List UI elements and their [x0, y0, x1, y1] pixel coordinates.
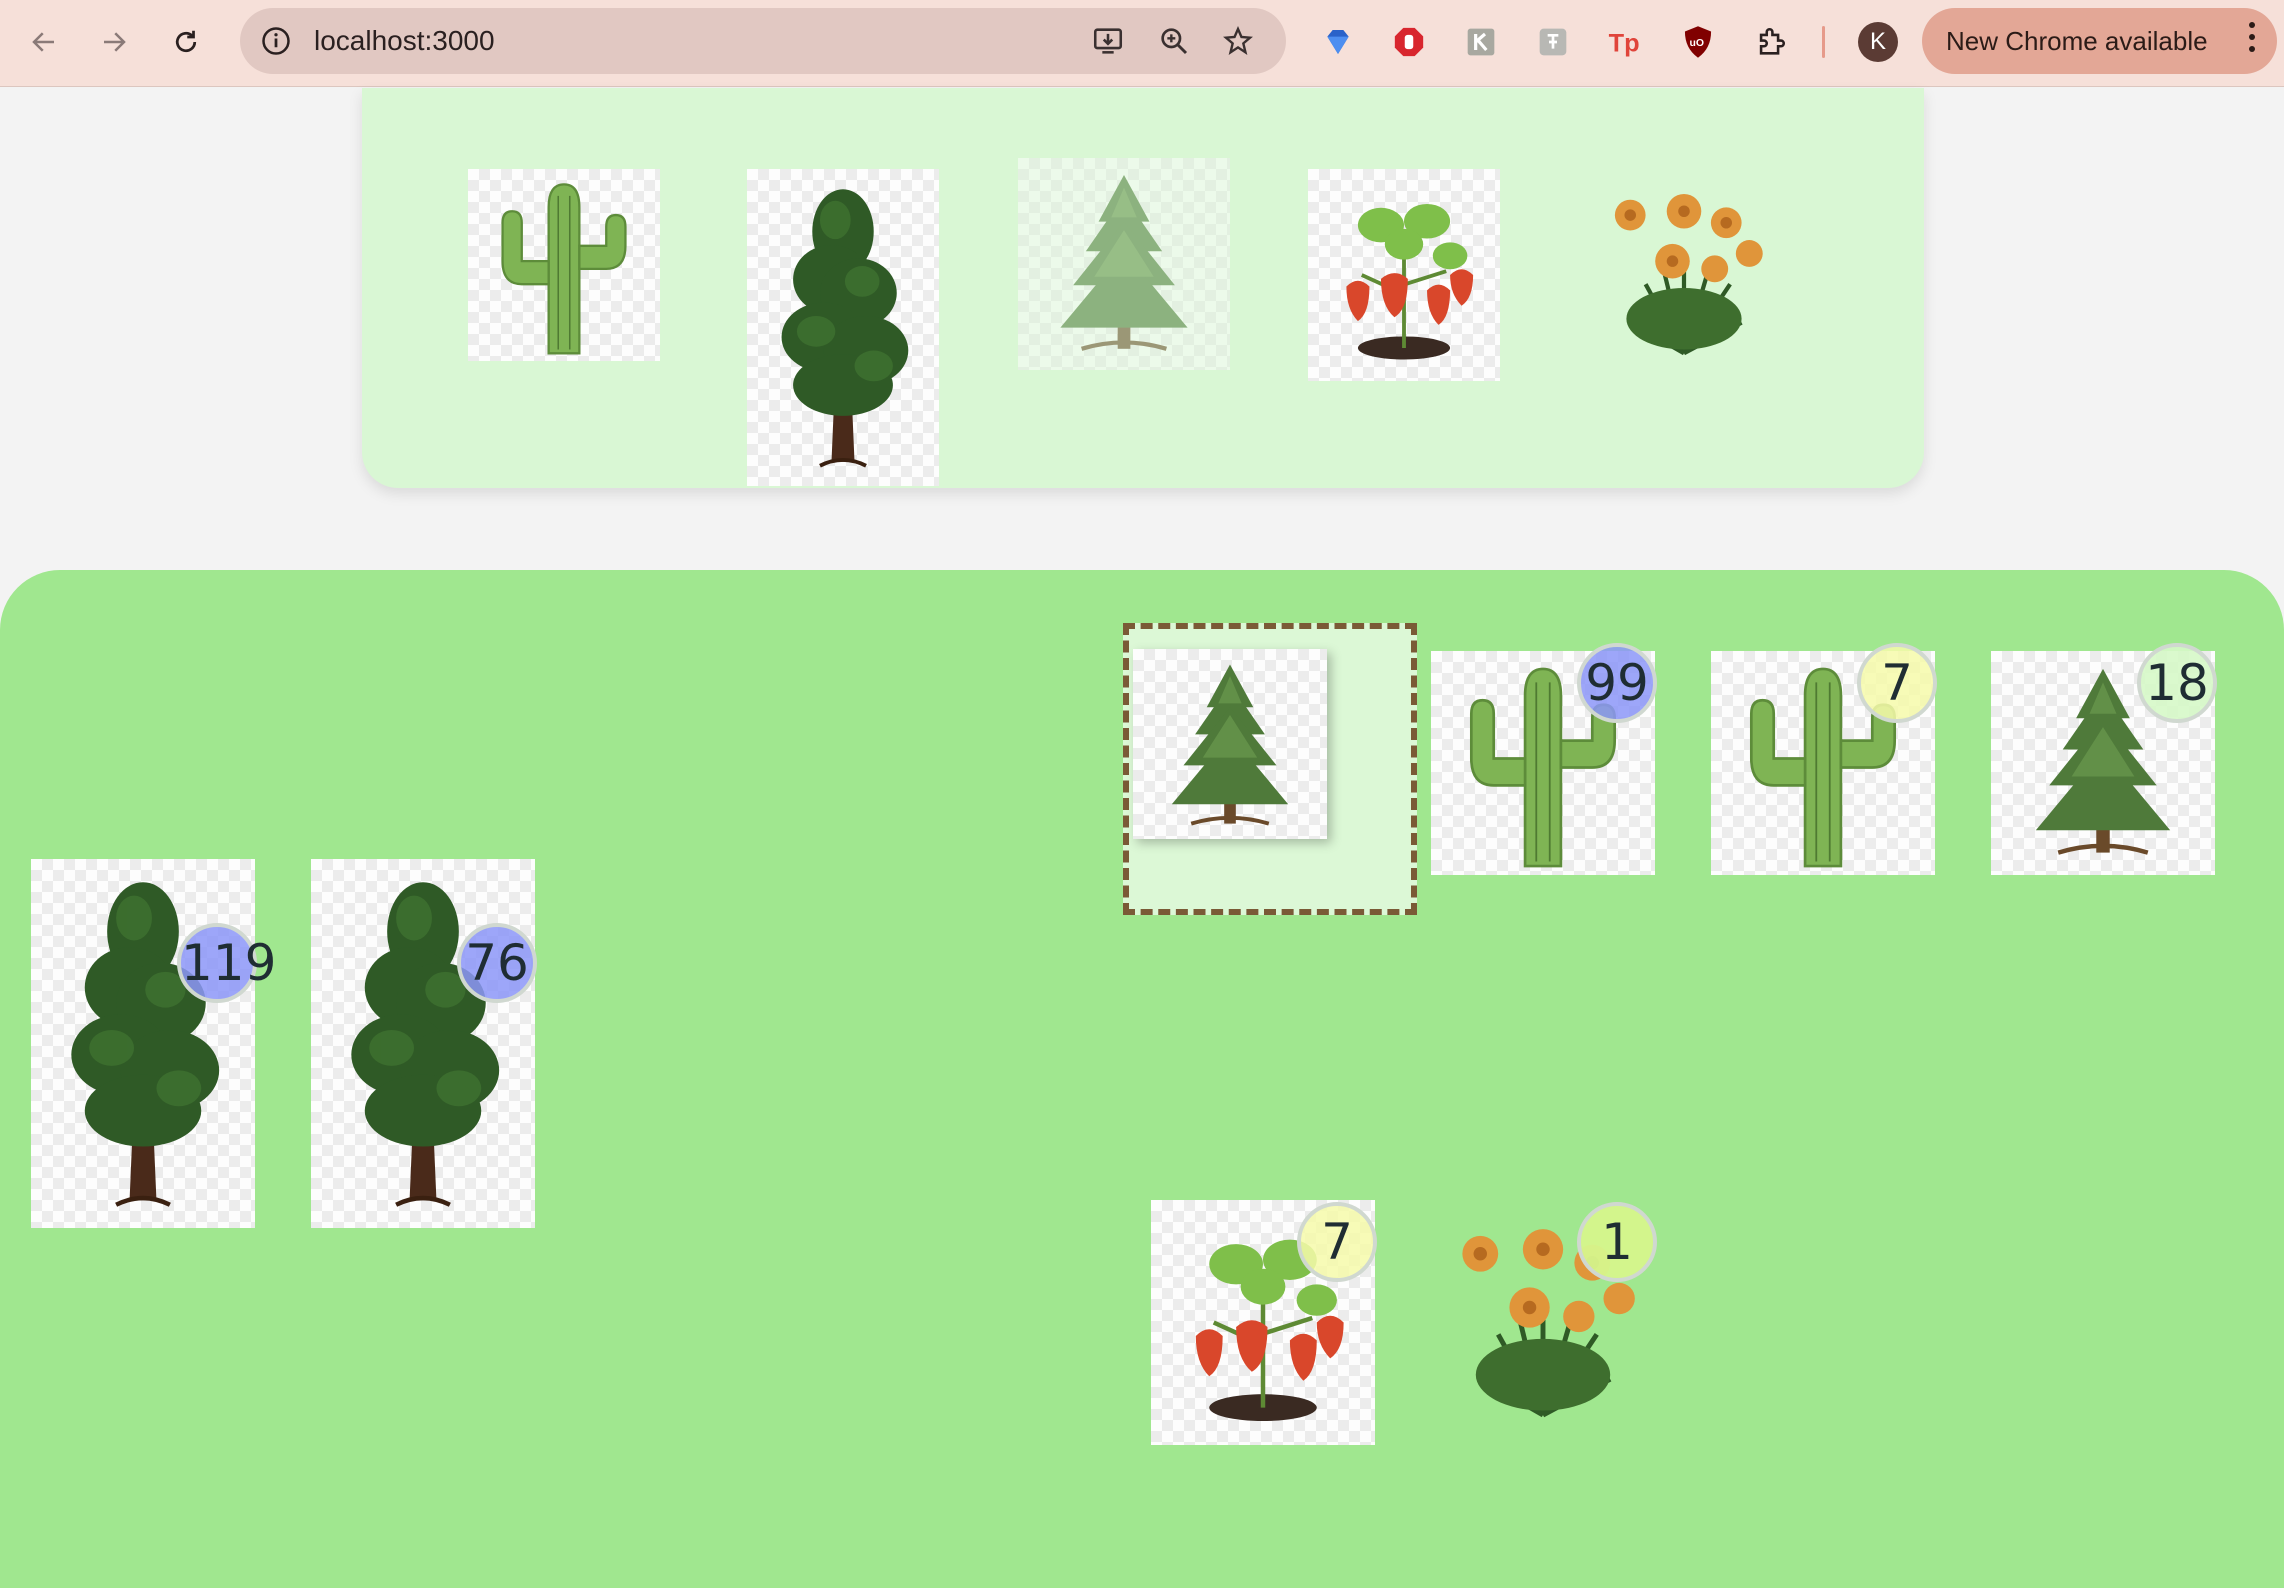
address-bar[interactable]: localhost:3000 [240, 8, 1286, 74]
plant-count-badge: 76 [457, 923, 537, 1003]
chrome-update-button[interactable]: New Chrome available [1922, 8, 2277, 74]
dragged-plant-pine[interactable] [1133, 649, 1327, 839]
sequoia-icon [311, 859, 535, 1228]
sequoia-icon [31, 859, 255, 1228]
update-label: New Chrome available [1946, 26, 2208, 56]
marigold-icon [1584, 169, 1784, 361]
arrow-right-icon [104, 32, 126, 52]
forward-button[interactable] [86, 14, 142, 70]
zoom-icon[interactable] [1152, 19, 1196, 63]
plant-count-badge: 99 [1577, 643, 1657, 723]
garden-plant-pine[interactable]: 18 [1991, 643, 2217, 875]
plant-count-badge: 7 [1297, 1202, 1377, 1282]
install-app-icon[interactable] [1086, 19, 1130, 63]
pine-icon [1133, 649, 1327, 843]
garden-plant-sequoia[interactable]: 76 [311, 859, 537, 1228]
palette-item-sequoia[interactable] [747, 169, 939, 486]
palette-item-strawberry[interactable] [1308, 169, 1500, 381]
star-icon[interactable] [1216, 19, 1260, 63]
garden-plant-strawberry[interactable]: 7 [1151, 1200, 1377, 1445]
k-extension-icon[interactable] [1459, 20, 1503, 64]
reload-icon [175, 30, 197, 53]
garden-plant-marigold[interactable]: 1 [1431, 1200, 1657, 1424]
url-text[interactable]: localhost:3000 [314, 8, 495, 74]
svg-text:uO: uO [1690, 38, 1705, 49]
info-icon[interactable] [256, 21, 296, 61]
garden-plant-sequoia[interactable]: 119 [31, 859, 276, 1228]
palette-item-marigold[interactable] [1584, 169, 1784, 361]
toolbar-separator [1822, 26, 1825, 58]
plant-count-badge: 119 [177, 923, 276, 1003]
reload-button[interactable] [158, 14, 214, 70]
translate-extension-icon[interactable] [1531, 20, 1575, 64]
plant-palette [362, 88, 1924, 488]
tp-extension-icon[interactable]: Tp [1604, 20, 1648, 64]
gem-extension-icon[interactable] [1316, 20, 1360, 64]
garden-plant-cactus[interactable]: 99 [1431, 643, 1657, 875]
drop-target[interactable] [1123, 623, 1417, 915]
browser-toolbar: localhost:3000 Tp uO K New Chrome availa… [0, 0, 2284, 87]
ublock-extension-icon[interactable]: uO [1676, 20, 1720, 64]
garden-area[interactable]: 99 7 18 119 76 7 1 [0, 570, 2284, 1588]
sequoia-icon [747, 169, 939, 486]
stop-hand-extension-icon[interactable] [1387, 20, 1431, 64]
puzzle-icon[interactable] [1749, 20, 1793, 64]
strawberry-icon [1308, 169, 1500, 381]
pine-icon [1018, 158, 1230, 370]
palette-item-pine-selected[interactable] [1018, 158, 1230, 370]
palette-item-cactus[interactable] [468, 169, 660, 361]
profile-avatar[interactable]: K [1858, 22, 1898, 62]
kebab-menu-icon[interactable] [2249, 22, 2257, 58]
back-button[interactable] [16, 14, 72, 70]
plant-count-badge: 18 [2137, 643, 2217, 723]
plant-count-badge: 1 [1577, 1202, 1657, 1282]
plant-count-badge: 7 [1857, 643, 1937, 723]
garden-plant-cactus[interactable]: 7 [1711, 643, 1937, 875]
arrow-left-icon [32, 32, 54, 52]
svg-text:Tp: Tp [1609, 29, 1640, 57]
cactus-icon [468, 169, 660, 361]
